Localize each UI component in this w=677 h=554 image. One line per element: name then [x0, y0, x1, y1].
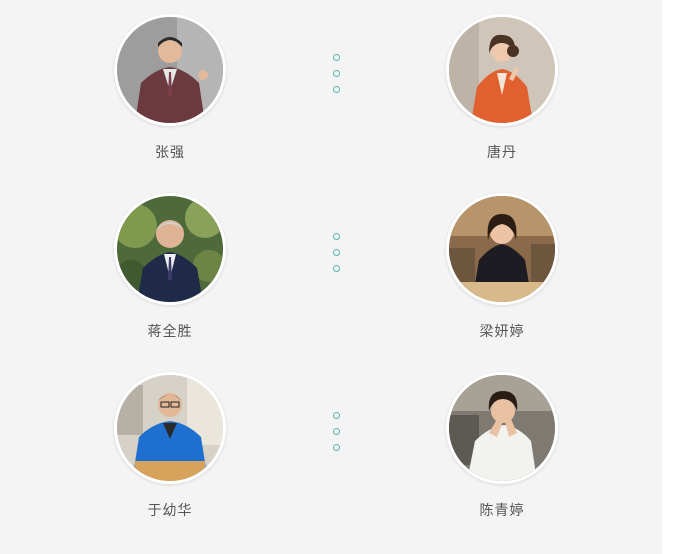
divider-dot [333, 54, 340, 61]
matchup-row: 张强 唐丹 [0, 14, 662, 184]
player-name: 于幼华 [147, 502, 193, 518]
matchup-row: 蒋全胜 梁妍婷 [0, 193, 662, 363]
divider-dot [333, 428, 340, 435]
portrait-woman-at-board-icon [449, 196, 555, 302]
player-name: 蒋全胜 [147, 323, 193, 339]
divider-dot [333, 412, 340, 419]
divider-dot [333, 86, 340, 93]
portrait-woman-orange-jacket-icon [449, 17, 555, 123]
player-name: 梁妍婷 [479, 323, 525, 339]
matchup-row: 于幼华 陈青婷 [0, 372, 662, 542]
versus-divider [333, 412, 341, 460]
divider-dot [333, 70, 340, 77]
player-card[interactable]: 张强 [110, 14, 230, 161]
player-avatar[interactable] [446, 372, 558, 484]
portrait-man-blue-jacket-at-board-icon [117, 375, 223, 481]
portrait-woman-thinking-icon [449, 375, 555, 481]
player-avatar[interactable] [114, 193, 226, 305]
player-card[interactable]: 梁妍婷 [442, 193, 562, 340]
player-card[interactable]: 陈青婷 [442, 372, 562, 519]
player-avatar[interactable] [114, 372, 226, 484]
player-name: 张强 [155, 144, 185, 160]
player-card[interactable]: 唐丹 [442, 14, 562, 161]
portrait-man-maroon-suit-icon [117, 17, 223, 123]
divider-dot [333, 233, 340, 240]
versus-divider [333, 54, 341, 102]
player-card[interactable]: 蒋全胜 [110, 193, 230, 340]
player-avatar[interactable] [114, 14, 226, 126]
player-avatar[interactable] [446, 193, 558, 305]
player-lineup-panel: 张强 唐丹 蒋全胜 梁妍婷 于幼华 陈青婷 [0, 0, 662, 554]
divider-dot [333, 444, 340, 451]
player-name: 陈青婷 [479, 502, 525, 518]
player-name: 唐丹 [487, 144, 517, 160]
portrait-man-navy-suit-outdoors-icon [117, 196, 223, 302]
divider-dot [333, 265, 340, 272]
player-avatar[interactable] [446, 14, 558, 126]
player-card[interactable]: 于幼华 [110, 372, 230, 519]
divider-dot [333, 249, 340, 256]
versus-divider [333, 233, 341, 281]
